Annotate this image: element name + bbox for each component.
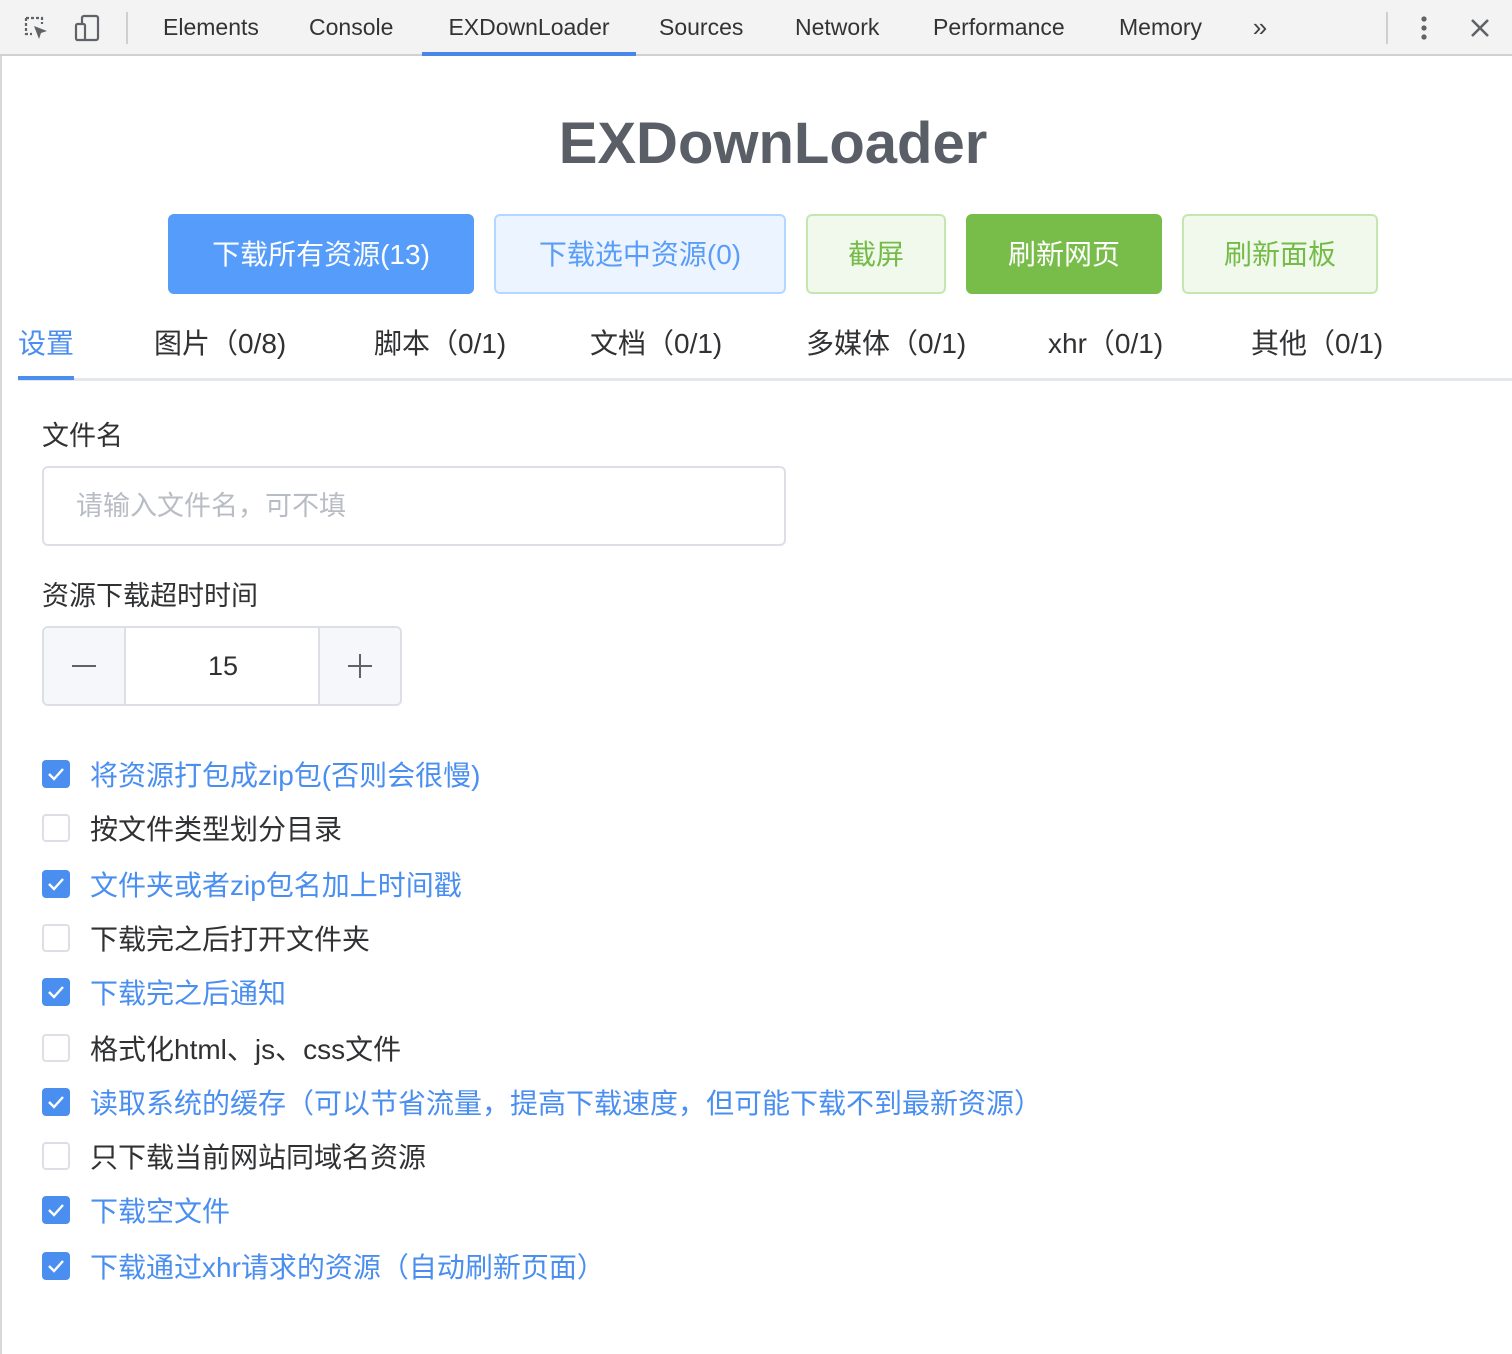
option-label: 文件夹或者zip包名加上时间戳 [90,870,462,901]
option-label: 下载空文件 [90,1196,231,1227]
toolbar-divider [126,12,128,44]
checkbox[interactable] [42,1252,70,1280]
tab-settings[interactable]: 设置 [18,324,74,364]
option-label: 下载完之后打开文件夹 [90,924,371,955]
checkmark-icon [48,768,64,781]
inspect-element-icon[interactable] [20,12,52,44]
refresh-panel-button[interactable]: 刷新面板 [1182,214,1378,294]
tab-images[interactable]: 图片（0/8) [154,324,286,364]
devtools-tab-performance[interactable]: Performance [933,0,1065,54]
kebab-menu-icon[interactable] [1408,12,1440,44]
decrement-button[interactable] [44,628,126,704]
option-notify[interactable]: 下载完之后通知 [42,972,286,1012]
checkbox[interactable] [42,924,70,952]
option-format-files[interactable]: 格式化html、js、css文件 [42,1028,401,1068]
timeout-value[interactable]: 15 [126,628,320,704]
app-title: EXDownLoader [558,111,988,176]
filename-label: 文件名 [42,421,123,451]
devtools-tab-network[interactable]: Network [795,0,879,54]
option-label: 按文件类型划分目录 [90,814,343,845]
devtools-tab-exdownloader[interactable]: EXDownLoader [422,0,636,56]
option-use-cache[interactable]: 读取系统的缓存（可以节省流量，提高下载速度，但可能下载不到最新资源） [42,1082,1042,1122]
download-all-button[interactable]: 下载所有资源(13) [168,214,474,294]
checkmark-icon [48,1260,64,1273]
toolbar-divider [1386,12,1388,44]
option-label: 将资源打包成zip包(否则会很慢) [90,760,481,791]
increment-button[interactable] [318,628,400,704]
timeout-label: 资源下载超时时间 [42,581,258,611]
option-timestamp[interactable]: 文件夹或者zip包名加上时间戳 [42,864,462,904]
tab-media[interactable]: 多媒体（0/1) [806,324,966,364]
more-tabs-icon[interactable]: » [1244,12,1276,44]
checkmark-icon [48,986,64,999]
option-label: 下载完之后通知 [90,978,287,1009]
checkmark-icon [48,1204,64,1217]
refresh-page-button[interactable]: 刷新网页 [966,214,1162,294]
option-label: 只下载当前网站同域名资源 [90,1142,427,1173]
devtools-tab-memory[interactable]: Memory [1119,0,1202,54]
option-label: 读取系统的缓存（可以节省流量，提高下载速度，但可能下载不到最新资源） [90,1088,1043,1119]
devtools-tab-console[interactable]: Console [309,0,393,54]
checkmark-icon [48,878,64,891]
filename-input[interactable] [42,466,786,546]
tab-scripts[interactable]: 脚本（0/1) [374,324,506,364]
devtools-toolbar: Elements Console EXDownLoader Sources Ne… [0,0,1512,56]
option-open-folder[interactable]: 下载完之后打开文件夹 [42,918,370,958]
close-icon[interactable] [1464,12,1496,44]
checkbox[interactable] [42,1034,70,1062]
checkbox[interactable] [42,814,70,842]
option-empty-files[interactable]: 下载空文件 [42,1190,230,1230]
checkbox[interactable] [42,760,70,788]
tab-xhr[interactable]: xhr（0/1) [1048,324,1163,364]
devtools-tab-sources[interactable]: Sources [659,0,743,54]
option-label: 下载通过xhr请求的资源（自动刷新页面） [90,1252,605,1283]
resource-tabs: 设置 图片（0/8) 脚本（0/1) 文档（0/1) 多媒体（0/1) xhr（… [18,310,1512,382]
checkbox[interactable] [42,1088,70,1116]
option-zip[interactable]: 将资源打包成zip包(否则会很慢) [42,754,480,794]
option-same-domain[interactable]: 只下载当前网站同域名资源 [42,1136,426,1176]
device-toolbar-icon[interactable] [72,12,104,44]
timeout-stepper: 15 [42,626,402,706]
active-tab-indicator [18,376,74,380]
tabs-divider [18,378,1512,381]
tab-other[interactable]: 其他（0/1) [1251,324,1383,364]
screenshot-button[interactable]: 截屏 [806,214,946,294]
download-selected-button[interactable]: 下载选中资源(0) [494,214,786,294]
plus-icon [348,654,372,678]
checkbox[interactable] [42,1196,70,1224]
checkbox[interactable] [42,870,70,898]
checkbox[interactable] [42,978,70,1006]
checkbox[interactable] [42,1142,70,1170]
option-xhr-resources[interactable]: 下载通过xhr请求的资源（自动刷新页面） [42,1246,605,1286]
checkmark-icon [48,1096,64,1109]
option-split-by-type[interactable]: 按文件类型划分目录 [42,808,342,848]
tab-documents[interactable]: 文档（0/1) [590,324,722,364]
minus-icon [72,665,96,667]
devtools-tab-elements[interactable]: Elements [163,0,259,54]
option-label: 格式化html、js、css文件 [90,1034,402,1065]
